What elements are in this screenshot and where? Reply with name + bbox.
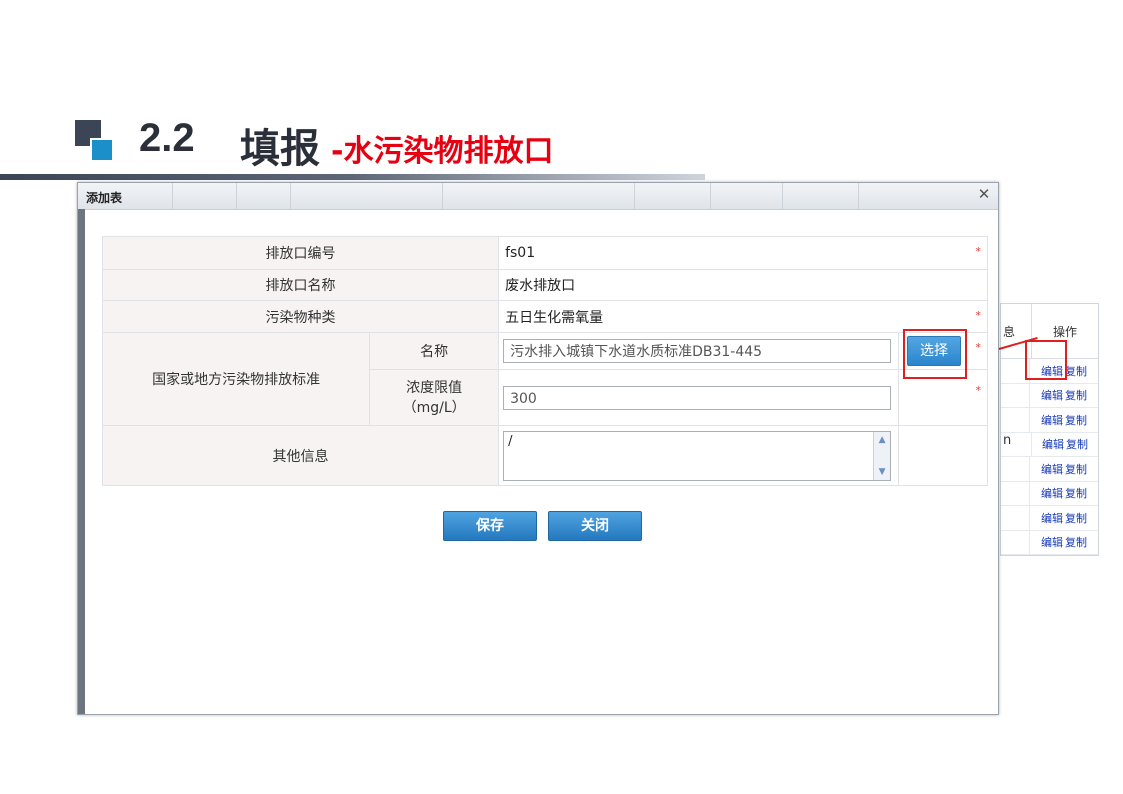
table-cell-partial: [1001, 383, 1030, 407]
close-icon[interactable]: ✕: [976, 186, 992, 202]
edit-link[interactable]: 编辑: [1041, 414, 1063, 427]
table-row: n 编辑 复制: [1001, 432, 1098, 457]
table-cell-ops: 编辑 复制: [1030, 510, 1098, 526]
pollutant-type-value[interactable]: 五日生化需氧量: [505, 310, 603, 326]
table-row: 编辑 复制: [1001, 457, 1098, 482]
table-row: 编辑 复制: [1001, 506, 1098, 531]
standard-name-input[interactable]: 污水排入城镇下水道水质标准DB31-445: [503, 339, 892, 363]
pollutant-type-cell: 五日生化需氧量 *: [498, 300, 988, 333]
outlet-name-cell: 废水排放口: [498, 269, 988, 301]
pollutant-type-label: 污染物种类: [101, 300, 500, 333]
outlet-code-label: 排放口编号: [101, 236, 500, 270]
table-row: 编辑 复制: [1001, 530, 1098, 555]
outlet-name-value[interactable]: 废水排放口: [505, 278, 575, 294]
edit-link[interactable]: 编辑: [1041, 389, 1063, 402]
table-cell-partial: [1001, 408, 1030, 432]
table-cell-ops: 编辑 复制: [1030, 461, 1098, 477]
limit-label-line2: （mg/L）: [402, 399, 466, 416]
table-cell-ops: 编辑 复制: [1030, 485, 1098, 501]
textarea-scrollbar[interactable]: ▲ ▼: [873, 431, 891, 480]
table-cell-ops: 编辑 复制: [1030, 534, 1098, 550]
close-button[interactable]: 关闭: [548, 511, 642, 541]
save-button[interactable]: 保存: [443, 511, 537, 541]
table-row: 编辑 复制: [1001, 383, 1098, 408]
copy-link[interactable]: 复制: [1065, 512, 1087, 525]
standard-name-cell: 污水排入城镇下水道水质标准DB31-445: [498, 332, 900, 370]
edit-link[interactable]: 编辑: [1041, 487, 1063, 500]
copy-link[interactable]: 复制: [1065, 389, 1087, 402]
outlet-code-value[interactable]: fs01: [505, 245, 535, 261]
edit-link[interactable]: 编辑: [1041, 512, 1063, 525]
limit-label: 浓度限值 （mg/L）: [369, 369, 500, 426]
dialog-titlebar: 添加表 ✕: [78, 183, 998, 210]
table-cell-partial: [1001, 481, 1030, 505]
scroll-up-icon[interactable]: ▲: [877, 435, 887, 445]
other-info-value: /: [508, 433, 513, 449]
table-cell-partial: n: [1001, 432, 1032, 456]
edit-link[interactable]: 编辑: [1041, 463, 1063, 476]
outlet-form: 排放口编号 fs01 * 排放口名称 废水排放口 污染物种类 五日生化需氧量 *…: [101, 236, 988, 486]
edit-link[interactable]: 编辑: [1041, 536, 1063, 549]
limit-label-line1: 浓度限值: [406, 379, 463, 396]
copy-link[interactable]: 复制: [1065, 365, 1087, 378]
required-mark: *: [975, 384, 982, 397]
copy-link[interactable]: 复制: [1065, 414, 1087, 427]
table-row: 编辑 复制: [1001, 481, 1098, 506]
edit-link[interactable]: 编辑: [1042, 438, 1064, 451]
table-cell-ops: 编辑 复制: [1030, 387, 1098, 403]
copy-link[interactable]: 复制: [1065, 536, 1087, 549]
heading-underline: [0, 174, 705, 180]
heading-subtitle: -水污染物排放口: [331, 134, 554, 169]
limit-input[interactable]: 300: [503, 385, 892, 410]
edit-link-highlight: [1025, 340, 1067, 380]
standard-name-label: 名称: [369, 332, 500, 370]
dialog-title: 添加表: [86, 191, 123, 205]
scroll-down-icon[interactable]: ▼: [877, 467, 887, 477]
table-header-ops: 操作: [1052, 324, 1077, 339]
copy-link[interactable]: 复制: [1065, 487, 1087, 500]
heading-square-blue: [90, 138, 114, 162]
outlet-name-label: 排放口名称: [101, 269, 500, 301]
table-cell-partial: [1001, 530, 1030, 554]
table-cell-ops: 编辑 复制: [1030, 412, 1098, 428]
copy-link[interactable]: 复制: [1065, 463, 1087, 476]
table-cell-partial: [1001, 457, 1030, 481]
other-info-textarea[interactable]: / ▲ ▼: [503, 430, 892, 481]
dialog-left-edge: [78, 209, 85, 714]
other-info-label: 其他信息: [101, 425, 500, 486]
add-dialog: 添加表 ✕ 排放口编号 fs01 * 排放口名称 废水排放口 污染物种类 五日生…: [77, 182, 999, 715]
heading-number: 2.2: [139, 116, 195, 160]
standard-label: 国家或地方污染物排放标准: [101, 332, 371, 426]
select-button-highlight: [903, 329, 967, 379]
heading-title: 填报: [240, 126, 320, 172]
limit-cell: 300: [498, 369, 900, 426]
outlet-code-cell: fs01 *: [498, 236, 988, 270]
other-info-cell: / ▲ ▼: [498, 425, 900, 486]
table-cell-ops: 编辑 复制: [1032, 436, 1098, 452]
table-cell-partial: [1001, 506, 1030, 530]
other-info-spacer: [898, 425, 988, 486]
copy-link[interactable]: 复制: [1066, 438, 1088, 451]
table-row: 编辑 复制: [1001, 408, 1098, 433]
required-mark: *: [975, 309, 982, 322]
required-mark: *: [975, 341, 982, 354]
required-mark: *: [975, 245, 982, 258]
